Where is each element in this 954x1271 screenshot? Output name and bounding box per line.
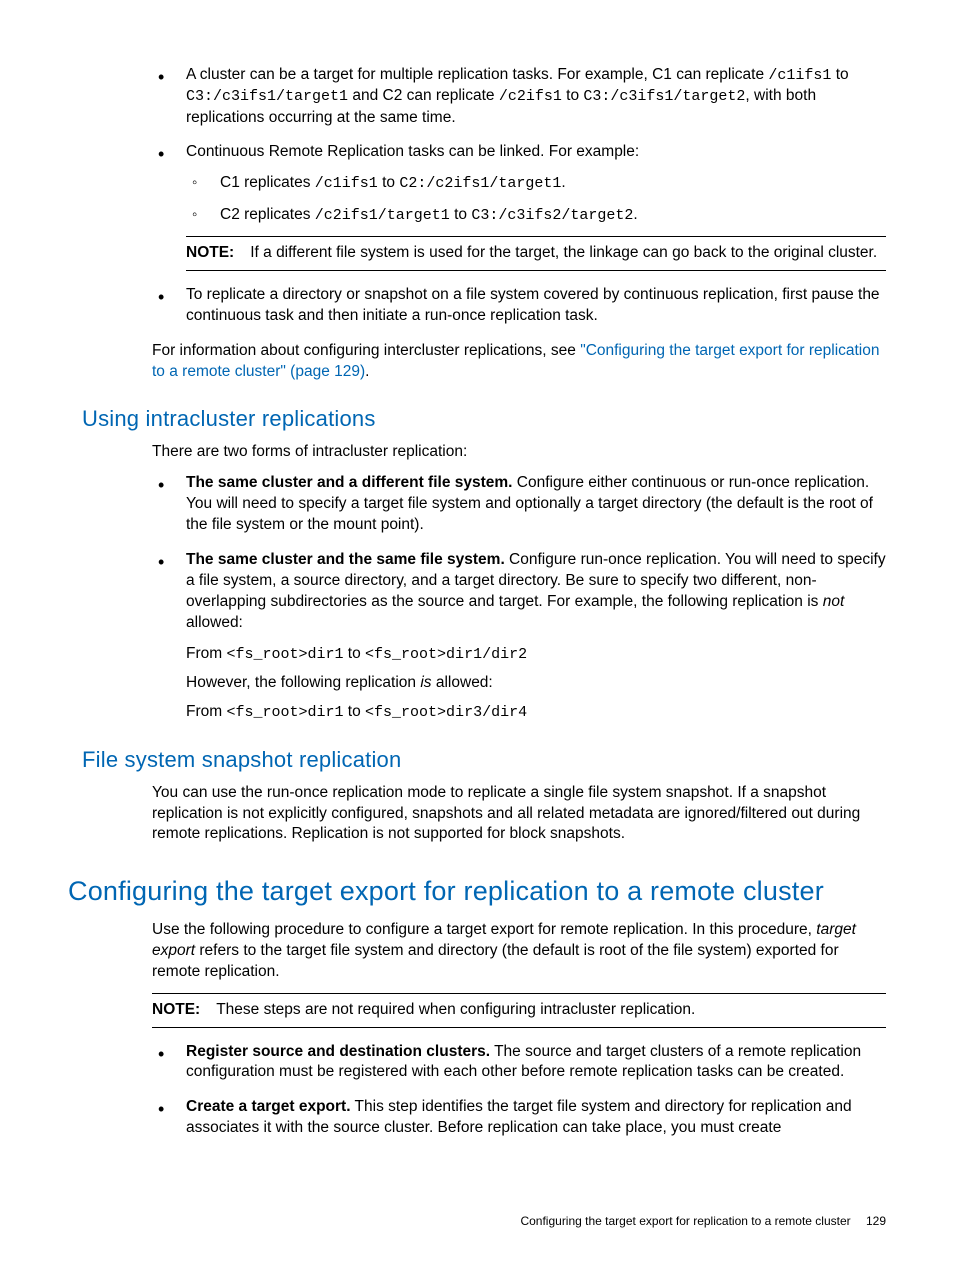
text: allowed: (432, 674, 493, 691)
text: to (378, 174, 400, 191)
note-box: NOTE: These steps are not required when c… (152, 993, 886, 1028)
text: . (365, 363, 369, 380)
intra-intro: There are two forms of intracluster repl… (152, 442, 886, 463)
text: refers to the target file system and dir… (152, 942, 839, 980)
page-footer: Configuring the target export for replic… (520, 1213, 886, 1229)
sub-bullet: C1 replicates /c1ifs1 to C2:/c2ifs1/targ… (186, 173, 886, 194)
note-box: NOTE: If a different file system is used … (186, 236, 886, 271)
text: to (562, 87, 584, 104)
text: However, the following replication (186, 674, 420, 691)
code: /c2ifs1 (499, 88, 562, 105)
bullet-multi-target: A cluster can be a target for multiple r… (152, 65, 886, 128)
text: To replicate a directory or snapshot on … (186, 286, 880, 324)
sub-bullets: C1 replicates /c1ifs1 to C2:/c2ifs1/targ… (186, 173, 886, 226)
text: allowed: (186, 614, 243, 631)
code: C2:/c2ifs1/target1 (399, 175, 561, 192)
text: to (344, 645, 366, 662)
heading-configure-target-export: Configuring the target export for replic… (68, 873, 886, 909)
heading-fss-replication: File system snapshot replication (82, 745, 886, 775)
body-content: A cluster can be a target for multiple r… (152, 65, 886, 382)
code: <fs_root>dir1 (226, 646, 343, 663)
italic: not (823, 593, 845, 610)
text: to (344, 703, 366, 720)
fss-paragraph: You can use the run-once replication mod… (152, 783, 886, 846)
cte-bullets: Register source and destination clusters… (152, 1042, 886, 1140)
code: /c1ifs1 (768, 67, 831, 84)
page-number: 129 (866, 1214, 886, 1228)
cte-content: Use the following procedure to configure… (152, 920, 886, 1139)
bold-lead: Create a target export. (186, 1098, 351, 1115)
heading-intracluster: Using intracluster replications (82, 404, 886, 434)
example-line: From <fs_root>dir1 to <fs_root>dir3/dir4 (186, 702, 886, 723)
code: C3:/c3ifs1/target2 (583, 88, 745, 105)
text: Continuous Remote Replication tasks can … (186, 143, 639, 160)
code: /c2ifs1/target1 (315, 207, 450, 224)
bold-lead: The same cluster and a different file sy… (186, 474, 512, 491)
code: <fs_root>dir1 (226, 704, 343, 721)
bullet-create-target-export: Create a target export. This step identi… (152, 1097, 886, 1139)
text: From (186, 645, 226, 662)
fss-content: You can use the run-once replication mod… (152, 783, 886, 846)
note-label: NOTE: (186, 244, 234, 261)
text: From (186, 703, 226, 720)
text: C2 replicates (220, 206, 315, 223)
italic: is (420, 674, 431, 691)
code: C3:/c3ifs1/target1 (186, 88, 348, 105)
bold-lead: Register source and destination clusters… (186, 1043, 490, 1060)
example-line: From <fs_root>dir1 to <fs_root>dir1/dir2 (186, 644, 886, 665)
cte-intro: Use the following procedure to configure… (152, 920, 886, 983)
sub-bullet: C2 replicates /c2ifs1/target1 to C3:/c3i… (186, 205, 886, 226)
note-label: NOTE: (152, 1001, 200, 1018)
footer-title: Configuring the target export for replic… (520, 1214, 850, 1228)
info-paragraph: For information about configuring interc… (152, 341, 886, 383)
text: to (450, 206, 472, 223)
code: <fs_root>dir3/dir4 (365, 704, 527, 721)
intracluster-content: There are two forms of intracluster repl… (152, 442, 886, 723)
bullet-register-clusters: Register source and destination clusters… (152, 1042, 886, 1084)
text: Use the following procedure to configure… (152, 921, 816, 938)
text: . (561, 174, 565, 191)
code: <fs_root>dir1/dir2 (365, 646, 527, 663)
bullet-linked-tasks: Continuous Remote Replication tasks can … (152, 142, 886, 270)
note-text: These steps are not required when config… (216, 1001, 695, 1018)
bold-lead: The same cluster and the same file syste… (186, 551, 505, 568)
top-bullets: A cluster can be a target for multiple r… (152, 65, 886, 327)
bullet-same-cluster-diff-fs: The same cluster and a different file sy… (152, 473, 886, 536)
text: A cluster can be a target for multiple r… (186, 66, 768, 83)
bullet-same-cluster-same-fs: The same cluster and the same file syste… (152, 550, 886, 723)
text: For information about configuring interc… (152, 342, 580, 359)
however-line: However, the following replication is al… (186, 673, 886, 694)
note-text: If a different file system is used for t… (250, 244, 877, 261)
text: C1 replicates (220, 174, 315, 191)
intra-bullets: The same cluster and a different file sy… (152, 473, 886, 723)
text: and C2 can replicate (348, 87, 499, 104)
code: C3:/c3ifs2/target2 (471, 207, 633, 224)
code: /c1ifs1 (315, 175, 378, 192)
text: to (831, 66, 848, 83)
bullet-replicate-directory: To replicate a directory or snapshot on … (152, 285, 886, 327)
text: . (633, 206, 637, 223)
